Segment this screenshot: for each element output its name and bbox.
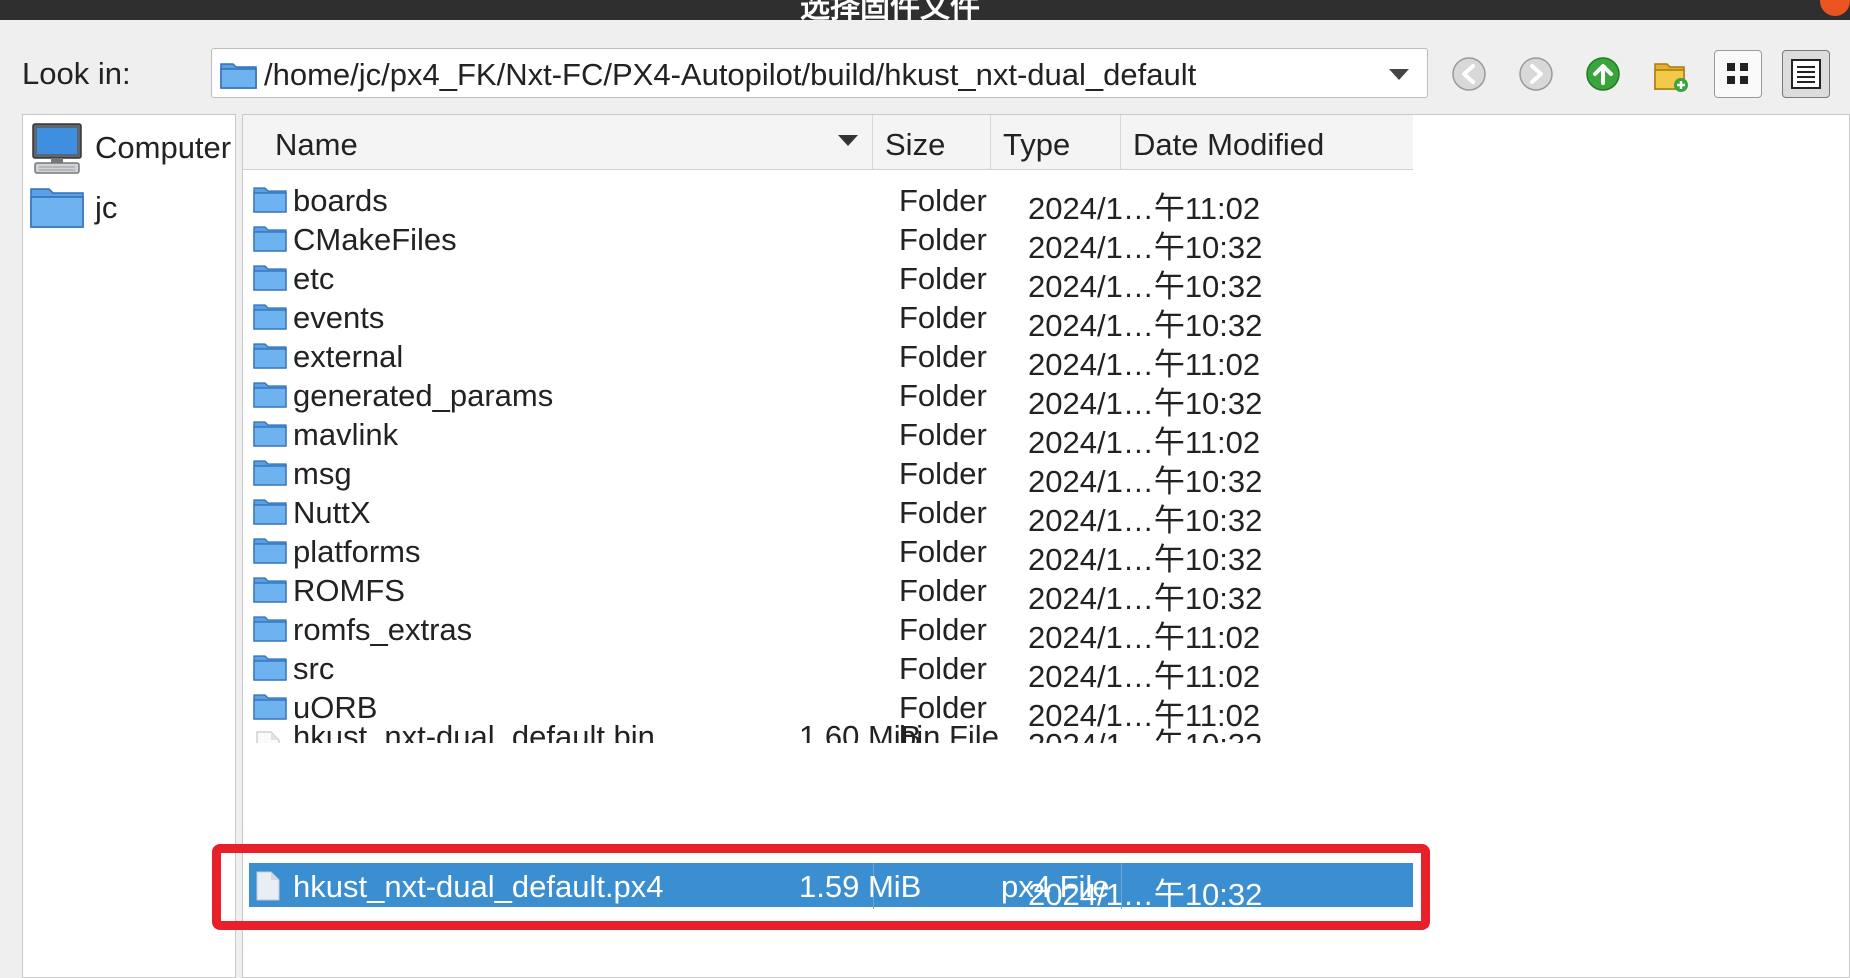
computer-icon: [29, 121, 85, 182]
folder-icon: [253, 302, 287, 335]
file-name: etc: [293, 261, 335, 296]
list-header: Name Size Type Date Modified: [243, 115, 1413, 170]
sidebar-item-label: Computer: [95, 130, 232, 165]
file-type: Folder: [899, 378, 987, 413]
sidebar: Computer jc: [22, 114, 236, 978]
folder-icon: [220, 59, 258, 94]
new-folder-button[interactable]: [1646, 50, 1694, 98]
folder-icon: [253, 536, 287, 569]
column-header-date-modified[interactable]: Date Modified: [1121, 115, 1413, 169]
file-type: Folder: [899, 417, 987, 452]
column-header-label: Type: [1003, 127, 1071, 162]
file-name: romfs_extras: [293, 612, 473, 647]
forward-button[interactable]: [1512, 50, 1560, 98]
column-header-label: Name: [275, 127, 358, 162]
file-type: Folder: [899, 495, 987, 530]
folder-icon: [253, 185, 287, 218]
sidebar-item-jc[interactable]: jc: [27, 177, 233, 237]
file-type: Folder: [899, 690, 987, 725]
sidebar-item-computer[interactable]: Computer: [27, 117, 233, 177]
column-header-name[interactable]: Name: [243, 115, 873, 169]
file-type: bin File: [899, 723, 999, 743]
folder-icon: [253, 224, 287, 257]
back-icon: [1452, 57, 1486, 91]
sidebar-item-label: jc: [95, 190, 118, 225]
back-button[interactable]: [1445, 50, 1493, 98]
icon-view-button[interactable]: [1714, 50, 1762, 98]
folder-icon: [253, 419, 287, 452]
detail-view-button[interactable]: [1782, 50, 1830, 98]
up-icon: [1586, 57, 1620, 91]
file-name: events: [293, 300, 385, 335]
folder-icon: [253, 263, 287, 296]
detail-view-icon: [1791, 59, 1821, 89]
folder-icon: [253, 380, 287, 413]
file-type: Folder: [899, 183, 987, 218]
forward-icon: [1519, 57, 1553, 91]
up-directory-button[interactable]: [1579, 50, 1627, 98]
folder-icon: [29, 181, 85, 236]
file-type: Folder: [899, 339, 987, 374]
file-name: mavlink: [293, 417, 399, 452]
icon-view-icon: [1727, 63, 1748, 84]
window-title: 选择固件文件: [800, 0, 980, 20]
file-type: Folder: [899, 300, 987, 335]
file-type: Folder: [899, 573, 987, 608]
column-header-size[interactable]: Size: [873, 115, 991, 169]
current-path: /home/jc/px4_FK/Nxt-FC/PX4-Autopilot/bui…: [264, 57, 1197, 92]
window-titlebar: 选择固件文件: [0, 0, 1850, 20]
file-icon: [253, 731, 283, 743]
close-window-button[interactable]: [1820, 0, 1850, 16]
file-type: Folder: [899, 222, 987, 257]
folder-icon: [253, 341, 287, 374]
column-header-label: Date Modified: [1133, 127, 1325, 162]
folder-icon: [253, 497, 287, 530]
folder-icon: [253, 458, 287, 491]
file-name: uORB: [293, 690, 378, 725]
chevron-down-icon[interactable]: [1389, 69, 1409, 80]
file-name: platforms: [293, 534, 421, 569]
annotation-highlight-box: [212, 844, 1430, 930]
file-name: boards: [293, 183, 388, 218]
file-name: ROMFS: [293, 573, 405, 608]
file-type: Folder: [899, 456, 987, 491]
folder-icon: [253, 653, 287, 686]
file-date: 2024/1…午10:32: [1028, 723, 1262, 743]
file-name: msg: [293, 456, 352, 491]
file-name: src: [293, 651, 335, 686]
column-header-label: Size: [885, 127, 946, 162]
file-name: hkust_nxt-dual_default.bin: [293, 723, 655, 743]
file-type: Folder: [899, 612, 987, 647]
path-combobox[interactable]: /home/jc/px4_FK/Nxt-FC/PX4-Autopilot/bui…: [211, 48, 1428, 98]
file-name: CMakeFiles: [293, 222, 457, 257]
new-folder-icon: [1654, 63, 1688, 92]
folder-icon: [253, 614, 287, 647]
file-type: Folder: [899, 534, 987, 569]
file-name: generated_params: [293, 378, 554, 413]
file-name: NuttX: [293, 495, 371, 530]
file-type: Folder: [899, 651, 987, 686]
file-name: external: [293, 339, 404, 374]
column-header-type[interactable]: Type: [991, 115, 1121, 169]
file-type: Folder: [899, 261, 987, 296]
look-in-label: Look in:: [22, 56, 131, 91]
folder-icon: [253, 575, 287, 608]
sort-descending-icon: [838, 135, 858, 146]
folder-icon: [253, 692, 287, 725]
table-row[interactable]: hkust_nxt-dual_default.bin 1.60 MiB bin Fi…: [249, 723, 1413, 743]
